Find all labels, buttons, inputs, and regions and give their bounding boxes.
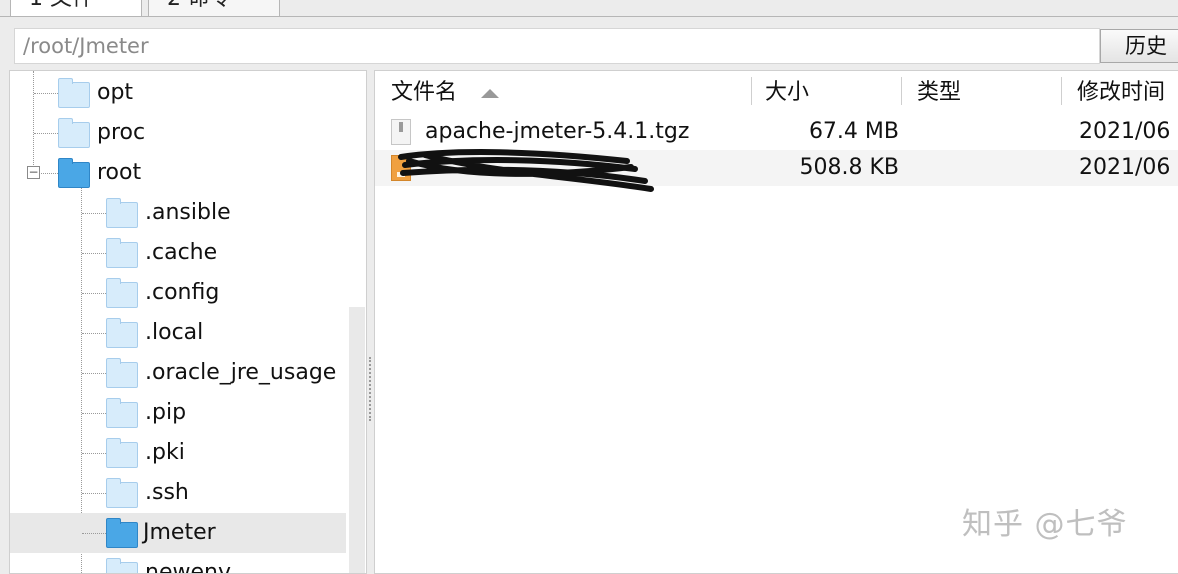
folder-icon	[106, 478, 138, 508]
file-modified: 2021/06	[1079, 119, 1171, 144]
tree-item-ansible[interactable]: .ansible	[10, 193, 350, 233]
tree-item-config[interactable]: .config	[10, 273, 350, 313]
directory-tree[interactable]: opt proc − root .ansible .cache .config …	[9, 70, 367, 574]
folder-icon	[106, 238, 138, 268]
history-button[interactable]: 历史	[1100, 29, 1178, 63]
tree-item-newenv[interactable]: newenv	[10, 553, 350, 574]
splitter-grip-icon[interactable]	[369, 357, 373, 421]
tree-item-label: root	[97, 160, 142, 185]
tree-item-label: .pip	[145, 400, 187, 425]
file-size: 508.8 KB	[799, 155, 900, 180]
tab-files-label: 1 文件	[29, 0, 94, 11]
folder-open-icon	[106, 518, 138, 548]
column-header-size[interactable]: 大小	[765, 71, 809, 115]
column-header-label: 类型	[917, 80, 962, 105]
tree-item-label: .local	[145, 320, 204, 345]
column-header-label: 修改时间	[1077, 80, 1166, 105]
tree-item-root[interactable]: − root	[10, 153, 350, 193]
tab-commands-label: 2 命令	[167, 0, 232, 11]
tree-item-opt[interactable]: opt	[10, 73, 350, 113]
tree-item-ssh[interactable]: .ssh	[10, 473, 350, 513]
file-list[interactable]: 文件名 大小 类型 修改时间 apache-jmeter-5.4.1.tgz 6…	[374, 70, 1178, 574]
sort-ascending-icon	[481, 89, 499, 98]
folder-icon	[106, 358, 138, 388]
tab-files[interactable]: 1 文件	[10, 0, 142, 16]
column-divider[interactable]	[901, 77, 902, 105]
column-header-label: 文件名	[391, 80, 458, 105]
redaction-scribble	[398, 149, 654, 192]
tree-item-label: Jmeter	[143, 520, 216, 545]
watermark-text: 知乎 @七爷	[962, 507, 1128, 542]
tree-item-cache[interactable]: .cache	[10, 233, 350, 273]
tree-item-label: .config	[145, 280, 220, 305]
file-modified: 2021/06	[1079, 155, 1171, 180]
tree-item-proc[interactable]: proc	[10, 113, 350, 153]
file-size: 67.4 MB	[808, 119, 899, 144]
tree-item-label: opt	[97, 80, 134, 105]
column-header-name[interactable]: 文件名	[391, 71, 457, 115]
tree-scrollbar[interactable]	[349, 307, 365, 573]
tree-item-local[interactable]: .local	[10, 313, 350, 353]
folder-icon	[106, 318, 138, 348]
tab-bar-divider	[0, 16, 1178, 17]
column-header-label: 大小	[765, 80, 810, 105]
tree-item-label: newenv	[145, 560, 231, 574]
file-name: apache-jmeter-5.4.1.tgz	[425, 119, 690, 144]
tree-item-pki[interactable]: .pki	[10, 433, 350, 473]
folder-icon	[106, 278, 138, 308]
column-divider[interactable]	[751, 77, 752, 105]
column-divider[interactable]	[1061, 77, 1062, 105]
tree-item-label: .ssh	[145, 480, 189, 505]
tree-item-label: .cache	[145, 240, 218, 265]
tree-item-label: .ansible	[145, 200, 231, 225]
path-input[interactable]: /root/Jmeter	[14, 28, 1100, 64]
column-header-type[interactable]: 类型	[917, 71, 961, 115]
collapse-toggle-icon[interactable]: −	[27, 166, 40, 179]
tree-item-label: .oracle_jre_usage	[145, 360, 337, 385]
folder-icon	[106, 438, 138, 468]
folder-icon	[58, 118, 90, 148]
column-header-modified[interactable]: 修改时间	[1077, 71, 1165, 115]
file-row[interactable]: apache-jmeter-5.4.1.tgz 67.4 MB 2021/06	[375, 114, 1178, 150]
tree-item-pip[interactable]: .pip	[10, 393, 350, 433]
tgz-file-icon	[391, 119, 411, 145]
tree-item-label: .pki	[145, 440, 185, 465]
tree-item-jmeter[interactable]: Jmeter	[10, 513, 346, 553]
folder-icon	[58, 78, 90, 108]
folder-icon	[106, 558, 138, 573]
folder-open-icon	[58, 158, 90, 188]
folder-icon	[106, 398, 138, 428]
folder-icon	[106, 198, 138, 228]
tree-item-oracle-jre-usage[interactable]: .oracle_jre_usage	[10, 353, 350, 393]
tab-commands[interactable]: 2 命令	[148, 0, 280, 16]
tree-item-label: proc	[97, 120, 146, 145]
